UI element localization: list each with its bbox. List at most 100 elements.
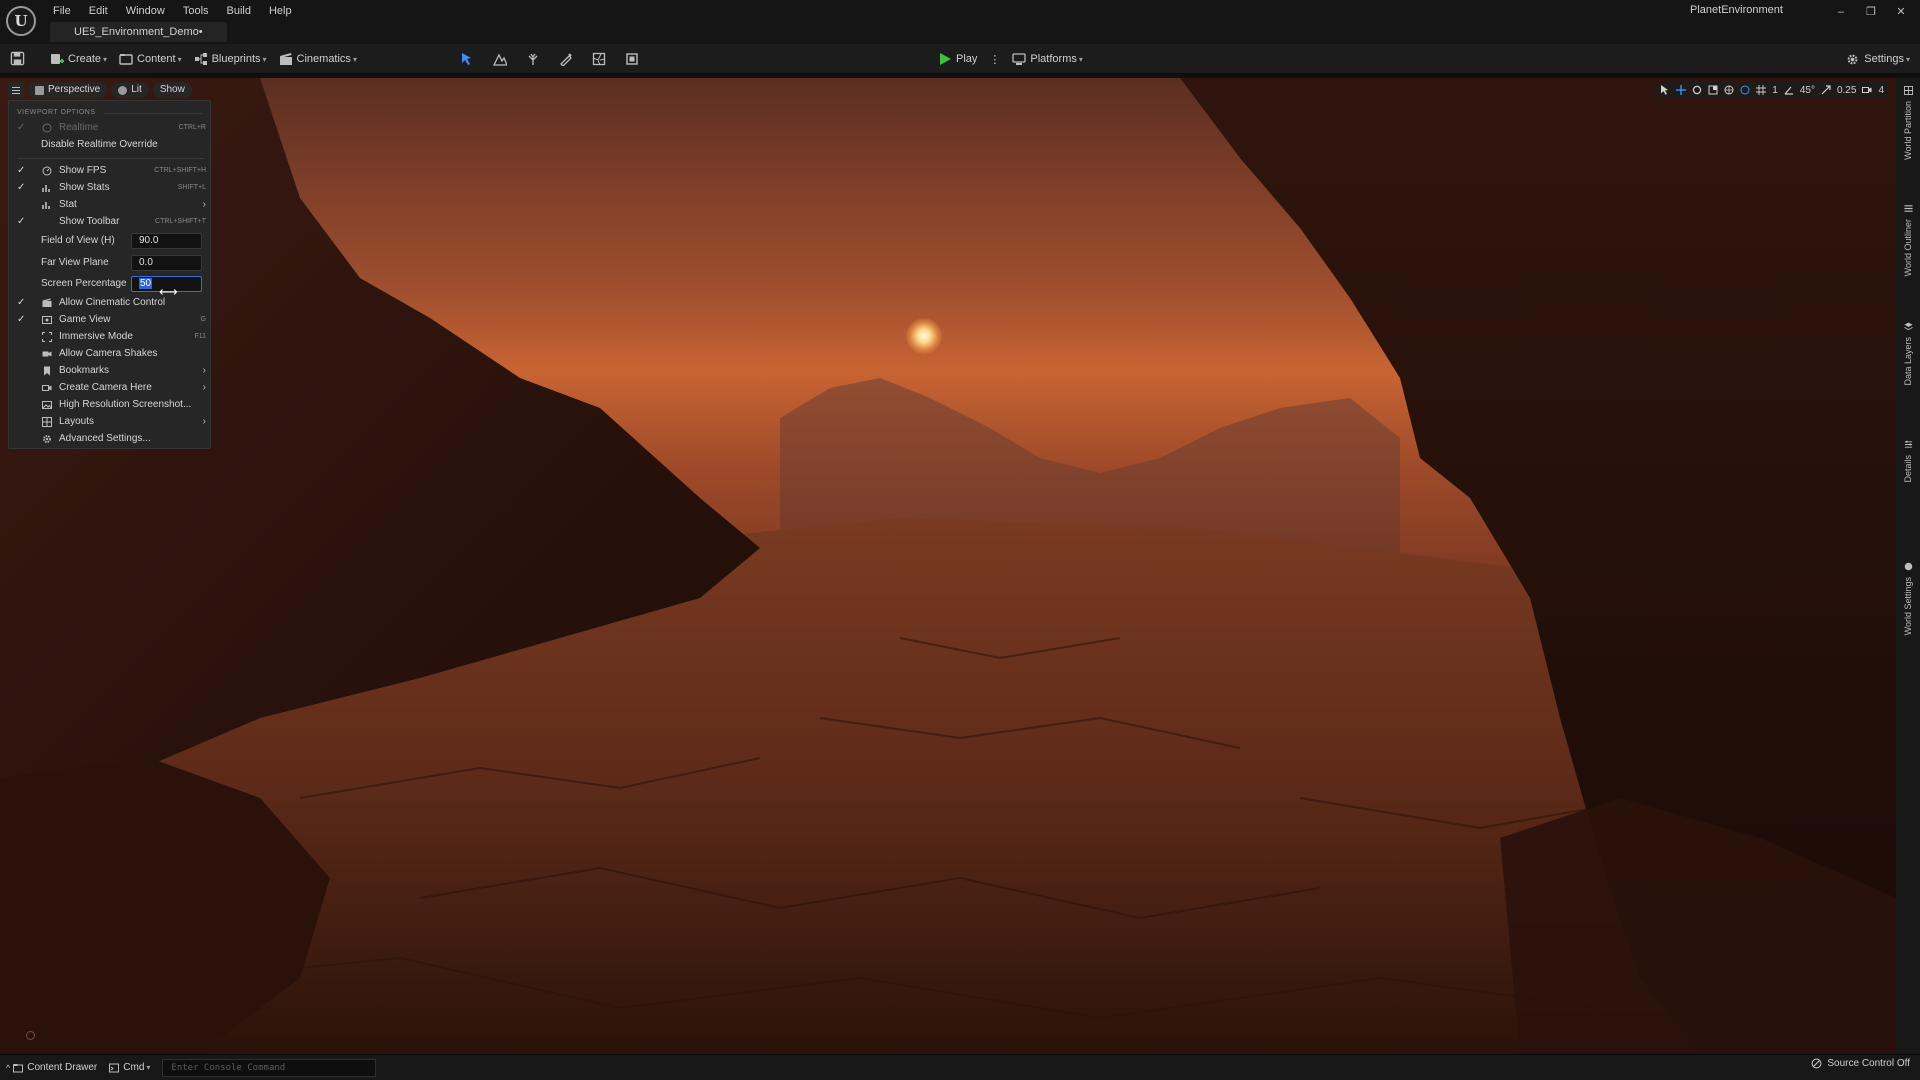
menu-item-stat[interactable]: Stat › xyxy=(9,197,212,213)
save-icon[interactable] xyxy=(10,51,25,66)
rotation-snap-value[interactable]: 45° xyxy=(1800,85,1815,96)
menu-item-advanced-settings[interactable]: Advanced Settings... xyxy=(9,431,212,447)
shortcut-text: CTRL+SHIFT+T xyxy=(155,218,206,225)
minimize-button[interactable]: – xyxy=(1826,2,1856,22)
sun xyxy=(906,318,942,354)
far-view-plane-input[interactable]: 0.0 xyxy=(131,255,202,271)
translate-icon[interactable] xyxy=(1676,85,1687,95)
side-panel-tabs: World Partition World Outliner Data Laye… xyxy=(1896,78,1920,1054)
scale-snap-value[interactable]: 0.25 xyxy=(1837,85,1856,96)
chevron-down-icon: ▾ xyxy=(352,54,357,64)
perspective-button[interactable]: Perspective xyxy=(28,82,108,98)
tab-world-settings[interactable]: World Settings xyxy=(1896,562,1920,635)
blueprints-button[interactable]: Blueprints ▾ xyxy=(188,48,273,70)
menu-item-label: Allow Camera Shakes xyxy=(59,348,158,359)
menu-item-show-stats[interactable]: ✓ Show Stats SHIFT+L xyxy=(9,180,212,196)
tab-data-layers[interactable]: Data Layers xyxy=(1896,322,1920,386)
play-button[interactable]: Play xyxy=(934,48,983,70)
content-button[interactable]: Content ▾ xyxy=(113,48,188,70)
cinematics-button[interactable]: Cinematics ▾ xyxy=(273,48,363,70)
create-label: Create xyxy=(68,53,102,65)
tab-world-partition[interactable]: World Partition xyxy=(1896,86,1920,160)
world-partition-icon xyxy=(1903,86,1913,95)
camera-speed-icon[interactable] xyxy=(1862,85,1872,95)
check-icon: ✓ xyxy=(17,297,26,308)
close-button[interactable]: ✕ xyxy=(1886,2,1916,22)
menu-item-game-view[interactable]: ✓ Game View G xyxy=(9,312,212,328)
menu-build[interactable]: Build xyxy=(218,2,260,20)
field-of-view-input[interactable]: 90.0 xyxy=(131,233,202,249)
scale-icon[interactable] xyxy=(1708,85,1718,95)
document-tab[interactable]: UE5_Environment_Demo• xyxy=(50,22,227,42)
content-drawer-button[interactable]: ^ Content Drawer xyxy=(0,1058,103,1078)
select-cursor-icon[interactable] xyxy=(1660,85,1670,95)
menu-file[interactable]: File xyxy=(44,2,80,20)
field-label: Far View Plane xyxy=(41,257,109,268)
menu-tools[interactable]: Tools xyxy=(174,2,218,20)
menu-item-show-fps[interactable]: ✓ Show FPS CTRL+SHIFT+H xyxy=(9,163,212,179)
camera-add-icon xyxy=(42,385,52,391)
landscape-mode-button[interactable] xyxy=(483,48,516,70)
grid-snap-value[interactable]: 1 xyxy=(1772,85,1778,96)
tab-world-outliner[interactable]: World Outliner xyxy=(1896,204,1920,276)
camera-speed-value[interactable]: 4 xyxy=(1878,85,1884,96)
status-bar: ^ Content Drawer Cmd ▾ Enter Console Comm… xyxy=(0,1054,1920,1080)
menu-item-create-camera-here[interactable]: Create Camera Here › xyxy=(9,380,212,396)
fracture-mode-button[interactable] xyxy=(582,48,615,70)
grid-snap-icon[interactable] xyxy=(1756,85,1767,95)
play-options-button[interactable]: ⋮ xyxy=(983,48,1006,70)
menu-help[interactable]: Help xyxy=(260,2,301,20)
hamburger-icon xyxy=(12,89,20,91)
menu-item-layouts[interactable]: Layouts › xyxy=(9,414,212,430)
hamburger-icon xyxy=(12,86,20,88)
menu-item-allow-camera-shakes[interactable]: Allow Camera Shakes xyxy=(9,346,212,362)
source-control-button[interactable]: Source Control Off xyxy=(1811,1058,1910,1069)
menu-item-bookmarks[interactable]: Bookmarks › xyxy=(9,363,212,379)
surface-snap-icon[interactable] xyxy=(1740,85,1750,95)
settings-button[interactable]: Settings ▾ xyxy=(1846,44,1910,74)
viewport-options-menu-button[interactable] xyxy=(8,82,24,98)
restore-button[interactable]: ❐ xyxy=(1856,2,1886,22)
screenshot-icon xyxy=(42,401,52,409)
level-viewport[interactable]: Perspective Lit Show 1 45° 0.25 4 xyxy=(0,78,1896,1054)
platforms-button[interactable]: Platforms ▾ xyxy=(1006,48,1088,70)
cmd-button[interactable]: Cmd ▾ xyxy=(103,1058,156,1078)
check-icon: ✓ xyxy=(17,165,26,176)
fracture-mode-icon xyxy=(592,52,605,66)
menu-item-high-resolution-screenshot[interactable]: High Resolution Screenshot... xyxy=(9,397,212,413)
menu-item-disable-realtime-override[interactable]: Disable Realtime Override xyxy=(9,137,212,153)
unreal-logo-icon[interactable]: U xyxy=(6,6,36,36)
viewport-options-menu: VIEWPORT OPTIONS ✓ Realtime CTRL+R Disab… xyxy=(8,100,211,449)
modeling-mode-button[interactable] xyxy=(615,48,648,70)
menu-window[interactable]: Window xyxy=(117,2,174,20)
rotate-icon[interactable] xyxy=(1692,85,1702,95)
menu-item-show-toolbar[interactable]: ✓ Show Toolbar CTRL+SHIFT+T xyxy=(9,214,212,230)
show-button[interactable]: Show xyxy=(152,82,192,98)
viewport-scene xyxy=(0,78,1896,1054)
world-space-icon[interactable] xyxy=(1724,85,1734,95)
create-button[interactable]: Create ▾ xyxy=(44,48,113,70)
menu-item-realtime[interactable]: ✓ Realtime CTRL+R xyxy=(9,120,212,136)
gear-icon xyxy=(1847,54,1858,64)
title-bar: U File Edit Window Tools Build Help UE5_… xyxy=(0,0,1920,44)
console-icon xyxy=(109,1063,120,1072)
menu-item-label: High Resolution Screenshot... xyxy=(59,399,192,410)
stat-bars-icon xyxy=(42,202,50,209)
menu-item-allow-cinematic-control[interactable]: ✓ Allow Cinematic Control xyxy=(9,295,212,311)
foliage-mode-button[interactable] xyxy=(516,48,549,70)
check-icon: ✓ xyxy=(17,314,26,325)
shortcut-text: SHIFT+L xyxy=(177,184,206,191)
realtime-icon xyxy=(42,123,52,133)
menu-item-immersive-mode[interactable]: Immersive Mode F11 xyxy=(9,329,212,345)
cmd-label: Cmd xyxy=(123,1062,145,1073)
scale-snap-icon[interactable] xyxy=(1821,85,1831,95)
tab-details[interactable]: Details xyxy=(1896,440,1920,483)
console-input[interactable]: Enter Console Command xyxy=(162,1058,377,1077)
lit-button[interactable]: Lit xyxy=(111,82,149,98)
select-mode-button[interactable] xyxy=(450,48,483,70)
rotation-snap-icon[interactable] xyxy=(1784,85,1794,95)
content-drawer-icon xyxy=(13,1063,24,1072)
mesh-paint-mode-button[interactable] xyxy=(549,48,582,70)
menu-edit[interactable]: Edit xyxy=(80,2,117,20)
play-group: Play ⋮ Platforms ▾ xyxy=(934,44,1089,74)
